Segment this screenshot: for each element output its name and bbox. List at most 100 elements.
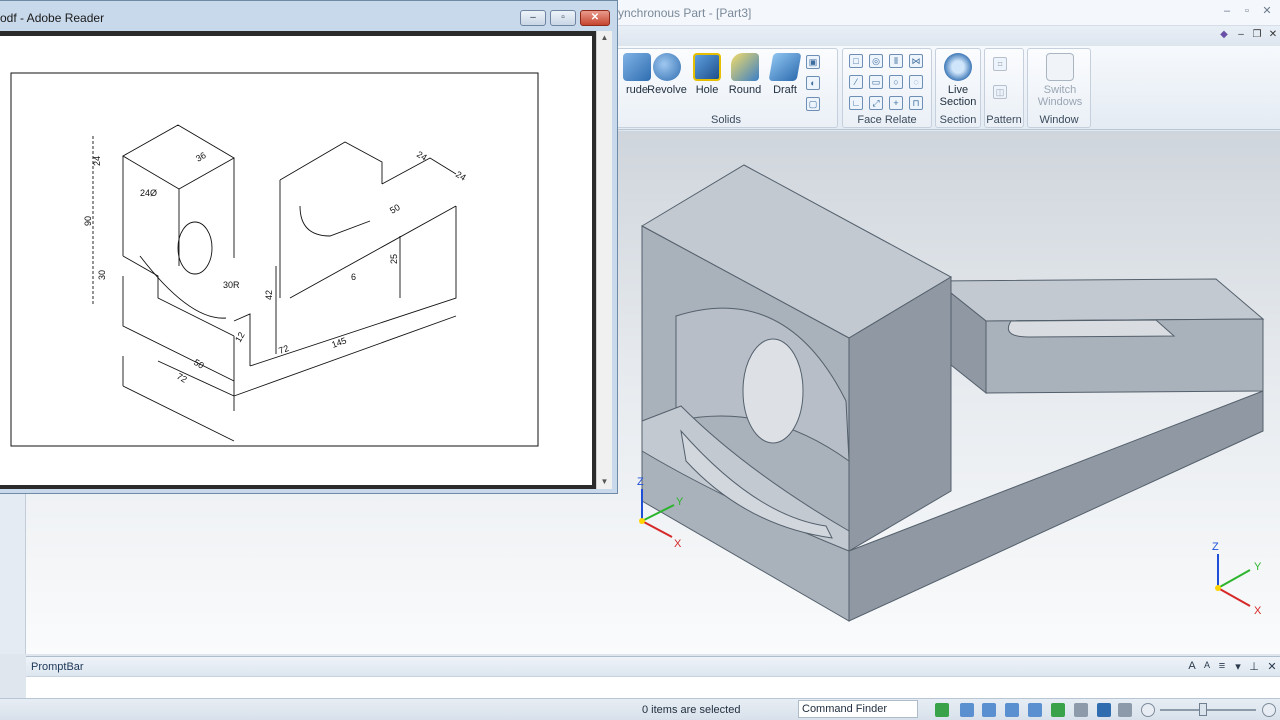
promptbar: PromptBar A A ≡ ▾ ⊥ ✕ bbox=[26, 656, 1280, 698]
svg-text:24: 24 bbox=[92, 156, 102, 166]
help-icon[interactable]: ◆ bbox=[1217, 28, 1231, 42]
solids-group: rude Revolve Hole Round Draft ▣ ◐ ▢ Soli… bbox=[614, 48, 838, 128]
switch-windows-icon bbox=[1046, 53, 1074, 81]
spin-icon[interactable] bbox=[1074, 703, 1088, 717]
draft-button[interactable]: Draft bbox=[765, 53, 805, 113]
svg-text:X: X bbox=[674, 538, 682, 550]
zoom-slider[interactable] bbox=[1160, 709, 1256, 711]
selection-status: 0 items are selected bbox=[642, 704, 741, 716]
collapse-icon[interactable]: ≡ bbox=[1216, 660, 1228, 672]
live-section-icon bbox=[944, 53, 972, 81]
reader-maximize-icon[interactable]: ▫ bbox=[550, 10, 576, 26]
triad-right-icon: Z Y X bbox=[1212, 541, 1262, 616]
svg-text:24: 24 bbox=[454, 169, 468, 183]
maximize-icon[interactable]: ▫ bbox=[1238, 3, 1256, 19]
refresh-icon[interactable] bbox=[935, 703, 949, 717]
svg-text:25: 25 bbox=[389, 254, 399, 264]
zoom-in-icon[interactable] bbox=[1262, 703, 1276, 717]
view-cube-icon[interactable] bbox=[1097, 703, 1111, 717]
window-group-label: Window bbox=[1039, 114, 1079, 126]
svg-text:12: 12 bbox=[233, 330, 247, 344]
svg-text:42: 42 bbox=[264, 290, 274, 300]
revolve-icon bbox=[653, 53, 681, 81]
scroll-up-icon[interactable]: ▲ bbox=[597, 31, 612, 45]
triad-left-icon: Z Y X bbox=[637, 476, 684, 550]
zoom-slider-thumb[interactable] bbox=[1199, 703, 1207, 716]
cutout-icon[interactable]: ▢ bbox=[806, 97, 820, 111]
face-relate-group: □ ◎ ⫴ ⋈ ⁄ ▭ ○ ◌ ∟ ⤢ + ⊓ Face Relate bbox=[842, 48, 932, 128]
font-decrease-icon[interactable]: A bbox=[1201, 660, 1213, 670]
isometric-drawing: 24 36 24Ø 90 30 30R 12 42 50 72 72 145 2… bbox=[10, 72, 539, 447]
hole-icon bbox=[693, 53, 721, 81]
dropdown-icon[interactable]: ▾ bbox=[1232, 660, 1244, 673]
view-style-icon[interactable] bbox=[1118, 703, 1132, 717]
doc-close-icon[interactable]: ✕ bbox=[1266, 28, 1280, 42]
symmetric-icon[interactable]: ⫴ bbox=[889, 54, 903, 68]
zoom-icon[interactable] bbox=[982, 703, 996, 717]
revolve-button[interactable]: Revolve bbox=[645, 53, 689, 113]
switch-windows-button[interactable]: Switch Windows bbox=[1032, 53, 1088, 113]
svg-text:30R: 30R bbox=[223, 280, 240, 290]
adobe-reader-window[interactable]: odf - Adobe Reader – ▫ ✕ 24 36 24Ø 90 30… bbox=[0, 0, 618, 494]
round-button[interactable]: Round bbox=[725, 53, 765, 113]
tangent-icon[interactable]: ⋈ bbox=[909, 54, 923, 68]
thin-wall-icon[interactable]: ▣ bbox=[806, 55, 820, 69]
section-group: Live Section Section bbox=[935, 48, 981, 128]
reader-close-icon[interactable]: ✕ bbox=[580, 10, 610, 26]
live-section-button[interactable]: Live Section bbox=[938, 53, 978, 113]
mirror-icon[interactable]: ◫ bbox=[993, 85, 1007, 99]
equal-radius-icon[interactable]: ○ bbox=[889, 75, 903, 89]
lock-icon[interactable]: ⊓ bbox=[909, 96, 923, 110]
pan-icon[interactable] bbox=[1028, 703, 1042, 717]
reader-scrollbar[interactable]: ▲ ▼ bbox=[596, 31, 612, 489]
svg-text:Y: Y bbox=[676, 496, 684, 508]
svg-text:24: 24 bbox=[415, 149, 429, 163]
svg-text:50: 50 bbox=[388, 202, 402, 216]
concentric-icon[interactable]: ◎ bbox=[869, 54, 883, 68]
svg-text:30: 30 bbox=[97, 270, 107, 280]
aligned-icon[interactable]: ⤢ bbox=[869, 96, 883, 110]
doc-minimize-icon[interactable]: – bbox=[1234, 28, 1248, 42]
font-increase-icon[interactable]: A bbox=[1186, 660, 1198, 672]
zoom-area-icon[interactable] bbox=[960, 703, 974, 717]
reader-title: odf - Adobe Reader bbox=[0, 11, 105, 25]
rigid-icon[interactable]: ▭ bbox=[869, 75, 883, 89]
face-relate-group-label: Face Relate bbox=[857, 114, 917, 126]
fit-icon[interactable] bbox=[1005, 703, 1019, 717]
svg-text:X: X bbox=[1254, 605, 1262, 616]
draft-icon bbox=[768, 53, 802, 81]
svg-text:24Ø: 24Ø bbox=[140, 188, 157, 198]
pattern-group-label: Pattern bbox=[986, 114, 1022, 126]
hole-button[interactable]: Hole bbox=[687, 53, 727, 113]
svg-text:72: 72 bbox=[175, 371, 189, 385]
doc-restore-icon[interactable]: ❐ bbox=[1250, 28, 1264, 42]
solid-edge-title: ynchronous Part - [Part3] bbox=[618, 6, 752, 20]
reader-minimize-icon[interactable]: – bbox=[520, 10, 546, 26]
svg-text:Z: Z bbox=[1212, 541, 1219, 553]
reader-page: 24 36 24Ø 90 30 30R 12 42 50 72 72 145 2… bbox=[0, 36, 592, 485]
svg-text:Y: Y bbox=[1254, 561, 1262, 573]
window-group: Switch Windows Window bbox=[1027, 48, 1091, 128]
pin-icon[interactable]: ⊥ bbox=[1248, 660, 1260, 673]
rotate-icon[interactable] bbox=[1051, 703, 1065, 717]
parallel-icon[interactable]: ⁄ bbox=[849, 75, 863, 89]
svg-text:145: 145 bbox=[330, 335, 348, 350]
coplanar-icon[interactable]: □ bbox=[849, 54, 863, 68]
zoom-out-icon[interactable] bbox=[1141, 703, 1155, 717]
svg-text:6: 6 bbox=[351, 272, 356, 282]
perpendicular-icon[interactable]: ∟ bbox=[849, 96, 863, 110]
promptbar-close-icon[interactable]: ✕ bbox=[1266, 660, 1278, 673]
offset-icon[interactable]: ◌ bbox=[909, 75, 923, 89]
scroll-down-icon[interactable]: ▼ bbox=[597, 475, 612, 489]
pattern-group: ⌗ ◫ Pattern bbox=[984, 48, 1024, 128]
minimize-icon[interactable]: – bbox=[1218, 3, 1236, 19]
close-icon[interactable]: ✕ bbox=[1258, 3, 1276, 19]
ground-icon[interactable]: + bbox=[889, 96, 903, 110]
thicken-icon[interactable]: ◐ bbox=[806, 76, 820, 90]
command-finder-input[interactable]: Command Finder bbox=[798, 700, 918, 718]
section-group-label: Section bbox=[939, 114, 977, 126]
svg-text:72: 72 bbox=[277, 343, 290, 356]
pattern-icon[interactable]: ⌗ bbox=[993, 57, 1007, 71]
reader-document-area: 24 36 24Ø 90 30 30R 12 42 50 72 72 145 2… bbox=[0, 31, 596, 489]
svg-text:Z: Z bbox=[637, 476, 644, 488]
